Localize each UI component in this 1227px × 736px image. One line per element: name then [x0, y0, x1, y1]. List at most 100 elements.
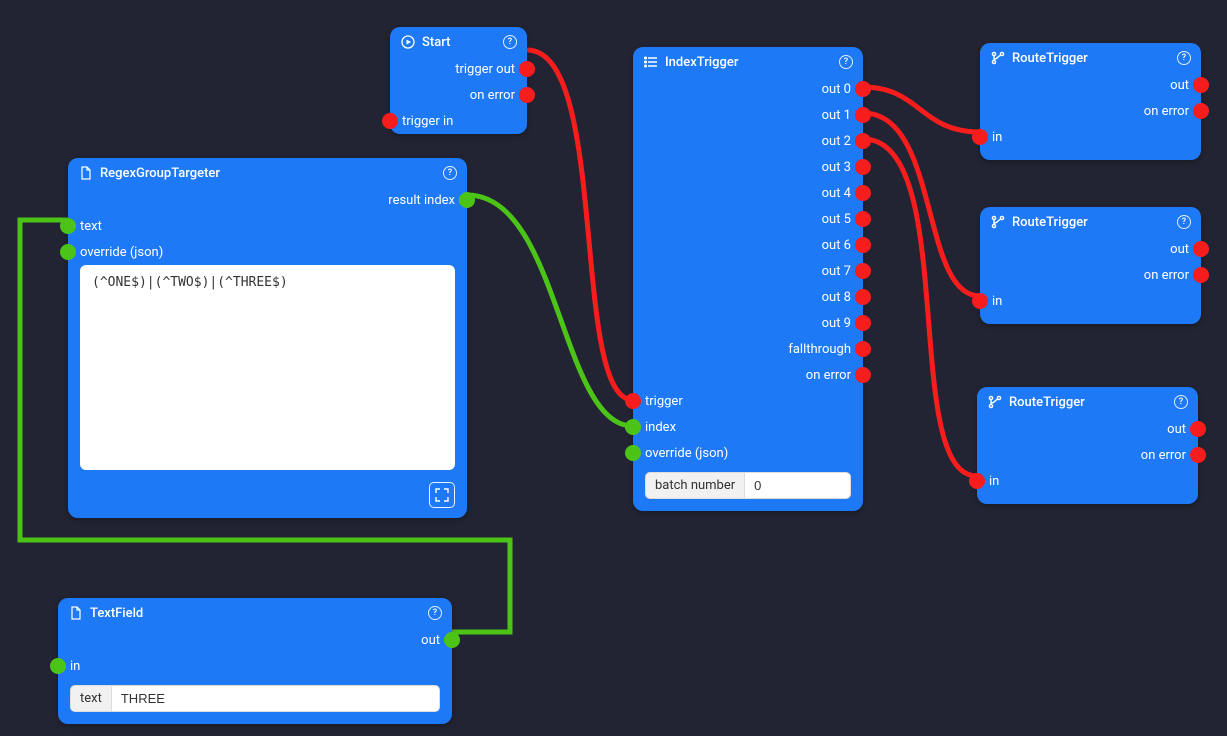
port-dot[interactable] [972, 129, 988, 145]
node-route-trigger-3[interactable]: RouteTrigger ? out on error in [977, 387, 1198, 504]
port-on-error[interactable]: on error [390, 82, 527, 108]
port-dot[interactable] [459, 192, 475, 208]
node-text-field[interactable]: TextField ? out in text [58, 598, 452, 724]
port-dot[interactable] [969, 473, 985, 489]
port-dot[interactable] [855, 367, 871, 383]
port-out-7[interactable]: out 7 [633, 258, 863, 284]
port-in[interactable]: in [980, 124, 1201, 150]
node-start[interactable]: Start ? trigger out on error trigger in [390, 27, 527, 134]
port-dot[interactable] [855, 133, 871, 149]
port-dot[interactable] [1193, 77, 1209, 93]
port-result-index[interactable]: result index [68, 187, 467, 213]
port-dot[interactable] [855, 185, 871, 201]
batch-number-label: batch number [645, 472, 744, 499]
port-dot[interactable] [60, 218, 76, 234]
node-title: RouteTrigger [1012, 51, 1177, 66]
help-icon[interactable]: ? [428, 606, 442, 620]
port-dot[interactable] [625, 419, 641, 435]
port-dot[interactable] [1190, 421, 1206, 437]
port-dot[interactable] [855, 237, 871, 253]
node-header[interactable]: TextField ? [58, 598, 452, 627]
help-icon[interactable]: ? [1177, 215, 1191, 229]
port-in[interactable]: in [977, 468, 1198, 494]
port-dot[interactable] [1193, 103, 1209, 119]
node-header[interactable]: RouteTrigger ? [980, 207, 1201, 236]
node-title: IndexTrigger [665, 55, 839, 70]
port-dot[interactable] [1193, 241, 1209, 257]
port-out-8[interactable]: out 8 [633, 284, 863, 310]
port-dot[interactable] [519, 87, 535, 103]
port-out[interactable]: out [977, 416, 1198, 442]
port-dot[interactable] [972, 293, 988, 309]
port-dot[interactable] [444, 632, 460, 648]
port-index[interactable]: index [633, 414, 863, 440]
graph-canvas[interactable]: Start ? trigger out on error trigger in … [0, 0, 1227, 736]
port-dot[interactable] [625, 445, 641, 461]
list-icon [643, 54, 659, 70]
node-regex-group-targeter[interactable]: RegexGroupTargeter ? result index text o… [68, 158, 467, 518]
branch-icon [990, 50, 1006, 66]
expand-icon[interactable] [429, 482, 455, 508]
port-on-error[interactable]: on error [980, 98, 1201, 124]
port-out-1[interactable]: out 1 [633, 102, 863, 128]
node-header[interactable]: Start ? [390, 27, 527, 56]
port-dot[interactable] [855, 211, 871, 227]
batch-number-input[interactable] [744, 472, 851, 499]
help-icon[interactable]: ? [839, 55, 853, 69]
node-title: Start [422, 35, 503, 50]
port-text[interactable]: text [68, 213, 467, 239]
port-dot[interactable] [1190, 447, 1206, 463]
file-icon [78, 165, 94, 181]
port-in[interactable]: in [58, 653, 452, 679]
port-dot[interactable] [855, 81, 871, 97]
node-title: RouteTrigger [1012, 215, 1177, 230]
port-out[interactable]: out [58, 627, 452, 653]
port-out-2[interactable]: out 2 [633, 128, 863, 154]
port-dot[interactable] [1193, 267, 1209, 283]
regex-pattern-input[interactable] [80, 265, 455, 470]
port-dot[interactable] [50, 658, 66, 674]
node-index-trigger[interactable]: IndexTrigger ? out 0 out 1 out 2 out 3 o… [633, 47, 863, 511]
port-trigger-in[interactable]: trigger in [390, 108, 527, 134]
node-header[interactable]: RouteTrigger ? [977, 387, 1198, 416]
port-dot[interactable] [382, 113, 398, 129]
port-on-error[interactable]: on error [980, 262, 1201, 288]
node-title: TextField [90, 606, 428, 621]
port-dot[interactable] [855, 289, 871, 305]
port-override-json[interactable]: override (json) [633, 440, 863, 466]
port-out-9[interactable]: out 9 [633, 310, 863, 336]
port-on-error[interactable]: on error [633, 362, 863, 388]
node-route-trigger-1[interactable]: RouteTrigger ? out on error in [980, 43, 1201, 160]
port-dot[interactable] [60, 244, 76, 260]
port-fallthrough[interactable]: fallthrough [633, 336, 863, 362]
port-dot[interactable] [519, 61, 535, 77]
node-header[interactable]: RegexGroupTargeter ? [68, 158, 467, 187]
text-label: text [70, 685, 111, 712]
port-dot[interactable] [625, 393, 641, 409]
port-override-json[interactable]: override (json) [68, 239, 467, 265]
port-dot[interactable] [855, 159, 871, 175]
port-out-6[interactable]: out 6 [633, 232, 863, 258]
port-on-error[interactable]: on error [977, 442, 1198, 468]
help-icon[interactable]: ? [503, 35, 517, 49]
port-dot[interactable] [855, 341, 871, 357]
node-route-trigger-2[interactable]: RouteTrigger ? out on error in [980, 207, 1201, 324]
port-dot[interactable] [855, 107, 871, 123]
help-icon[interactable]: ? [1177, 51, 1191, 65]
port-trigger-out[interactable]: trigger out [390, 56, 527, 82]
port-in[interactable]: in [980, 288, 1201, 314]
port-out-0[interactable]: out 0 [633, 76, 863, 102]
port-dot[interactable] [855, 263, 871, 279]
node-header[interactable]: IndexTrigger ? [633, 47, 863, 76]
port-out-5[interactable]: out 5 [633, 206, 863, 232]
port-trigger[interactable]: trigger [633, 388, 863, 414]
help-icon[interactable]: ? [443, 166, 457, 180]
text-value-input[interactable] [111, 685, 440, 712]
port-out[interactable]: out [980, 72, 1201, 98]
port-dot[interactable] [855, 315, 871, 331]
help-icon[interactable]: ? [1174, 395, 1188, 409]
port-out-4[interactable]: out 4 [633, 180, 863, 206]
port-out-3[interactable]: out 3 [633, 154, 863, 180]
port-out[interactable]: out [980, 236, 1201, 262]
node-header[interactable]: RouteTrigger ? [980, 43, 1201, 72]
